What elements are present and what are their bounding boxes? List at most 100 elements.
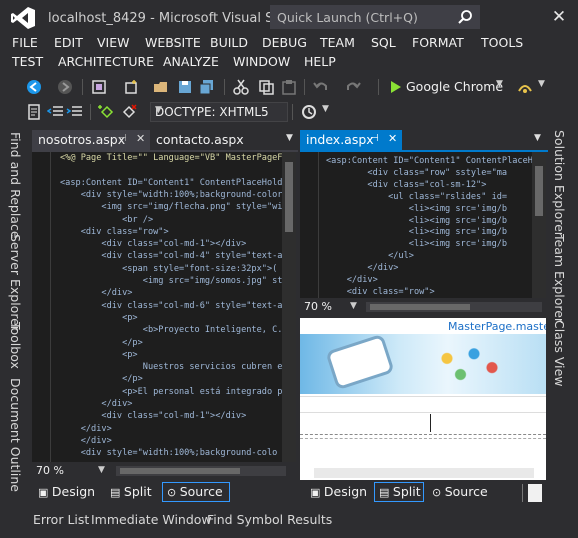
h-scrollbar-thumb[interactable]	[370, 304, 470, 310]
cut-icon[interactable]	[232, 78, 250, 96]
menu-format[interactable]: FORMAT	[412, 35, 464, 50]
new-item-icon[interactable]	[122, 78, 140, 96]
code-line: </p>	[60, 337, 143, 348]
tab-nosotros[interactable]: nosotros.aspx ⊣ ✕	[32, 130, 150, 150]
menu-view[interactable]: VIEW	[97, 35, 130, 50]
panel-team-explorer[interactable]: Team Explorer	[552, 234, 567, 323]
doctype-select[interactable]: DOCTYPE: XHTML5 ▼	[150, 102, 288, 122]
add-tag-icon[interactable]	[98, 103, 116, 121]
left-zoom-level[interactable]: 70 %	[36, 464, 64, 480]
run-target-label[interactable]: Google Chrome	[406, 79, 503, 94]
close-tab-icon[interactable]: ✕	[388, 132, 397, 145]
preview-dashed-border	[300, 434, 546, 435]
panel-toolbox[interactable]: Toolbox	[8, 322, 23, 369]
navigate-forward-icon[interactable]	[56, 78, 74, 96]
text-caret	[430, 414, 431, 432]
panel-document-outline[interactable]: Document Outline	[8, 378, 23, 492]
paste-icon[interactable]	[280, 78, 298, 96]
left-code-editor[interactable]: <%@ Page Title="" Language="VB" MasterPa…	[32, 152, 296, 462]
split-icon: ▤	[379, 486, 393, 499]
menu-analyze[interactable]: ANALYZE	[163, 54, 219, 69]
h-scrollbar-thumb[interactable]	[120, 468, 240, 474]
panel-server-explorer[interactable]: Server Explorer	[8, 234, 23, 331]
pin-icon[interactable]: ⊣	[118, 133, 127, 144]
run-target-dropdown-icon[interactable]: ▼	[496, 79, 503, 89]
close-tab-icon[interactable]: ✕	[136, 132, 145, 145]
right-vertical-scrollbar[interactable]	[532, 152, 546, 298]
panel-class-view[interactable]: Class View	[552, 320, 567, 387]
tab-index[interactable]: index.aspx ⊣ ✕	[300, 130, 402, 150]
toolbar-separator	[82, 79, 83, 95]
menu-team[interactable]: TEAM	[320, 35, 355, 50]
menu-sql[interactable]: SQL	[371, 35, 396, 50]
master-page-label: MasterPage.master	[448, 320, 546, 333]
tab-immediate-window[interactable]: Immediate Window	[91, 512, 212, 527]
view-split-button[interactable]: ▤ Split	[110, 484, 152, 504]
zoom-dropdown-icon[interactable]: ▼	[98, 465, 105, 475]
menu-help[interactable]: HELP	[304, 54, 336, 69]
view-source-button[interactable]: ⊙ Source	[162, 482, 230, 502]
preview-horizontal-scrollbar[interactable]	[314, 468, 534, 478]
right-horizontal-scrollbar[interactable]	[366, 302, 542, 312]
menu-window[interactable]: WINDOW	[233, 54, 290, 69]
code-line: </div>	[60, 423, 112, 434]
redo-icon[interactable]	[344, 78, 362, 96]
menu-test[interactable]: TEST	[12, 54, 43, 69]
menu-debug[interactable]: DEBUG	[262, 35, 307, 50]
right-code-editor[interactable]: <asp:Content ID="Content1" ContentPlaceH…	[300, 152, 546, 298]
code-line: </div>	[60, 399, 133, 409]
remove-tag-icon[interactable]	[120, 103, 138, 121]
navigate-back-icon[interactable]	[25, 78, 43, 96]
code-line: <span style="font-size:32px">(	[60, 263, 278, 274]
save-icon[interactable]	[176, 78, 194, 96]
zoom-dropdown-icon[interactable]: ▼	[350, 301, 357, 311]
menu-build[interactable]: BUILD	[210, 35, 248, 50]
view-design-button[interactable]: ▣ Design	[310, 484, 367, 504]
tab-list-dropdown-icon[interactable]: ▼	[534, 133, 541, 143]
split-icon: ▤	[110, 486, 124, 499]
start-debugging-icon[interactable]	[386, 78, 404, 96]
save-all-icon[interactable]	[198, 78, 216, 96]
menu-tools[interactable]: TOOLS	[481, 35, 523, 50]
menu-bar-row1: FILE EDIT VIEW WEBSITE BUILD DEBUG TEAM …	[0, 33, 578, 53]
menu-file[interactable]: FILE	[12, 35, 38, 50]
scrollbar-thumb[interactable]	[285, 162, 293, 232]
menu-website[interactable]: WEBSITE	[145, 35, 201, 50]
left-horizontal-scrollbar[interactable]	[116, 466, 286, 476]
view-source-button[interactable]: ⊙ Source	[432, 484, 488, 504]
decrease-indent-icon[interactable]	[47, 103, 65, 121]
check-page-icon[interactable]	[300, 103, 318, 121]
browser-link-icon[interactable]	[516, 78, 534, 96]
right-zoom-level[interactable]: 70 %	[304, 300, 332, 316]
copy-icon[interactable]	[257, 78, 275, 96]
design-preview[interactable]: MasterPage.master ›	[300, 318, 546, 480]
tab-contacto[interactable]: contacto.aspx	[150, 130, 270, 150]
code-line: <br />	[60, 214, 154, 225]
view-design-button[interactable]: ▣ Design	[38, 484, 95, 504]
open-file-icon[interactable]	[152, 78, 170, 96]
code-line: <b>Proyecto Inteligente, C.	[60, 325, 283, 336]
undo-icon[interactable]	[312, 78, 330, 96]
pin-icon[interactable]: ⊣	[370, 133, 379, 144]
left-vertical-scrollbar[interactable]	[282, 152, 296, 462]
increase-indent-icon[interactable]	[66, 103, 84, 121]
html-source-toolbar: DOCTYPE: XHTML5 ▼ ▼	[0, 100, 578, 124]
format-document-icon[interactable]	[25, 103, 43, 121]
menu-edit[interactable]: EDIT	[54, 35, 83, 50]
close-window-button[interactable]: ✕	[548, 6, 570, 28]
code-line: <div class="col-sm-12">	[326, 179, 487, 190]
overflow-dropdown-icon[interactable]: ▼	[538, 79, 545, 89]
menu-architecture[interactable]: ARCHITECTURE	[58, 54, 154, 69]
scrollbar-thumb[interactable]	[535, 166, 543, 216]
panel-solution-explorer[interactable]: Solution Explorer	[552, 130, 567, 237]
view-switcher-scroll[interactable]	[528, 484, 542, 502]
tab-error-list[interactable]: Error List	[33, 512, 89, 527]
toolbar-options-icon[interactable]: ▼	[322, 104, 329, 114]
panel-find-and-replace[interactable]: Find and Replace	[8, 132, 23, 239]
solution-configuration-icon[interactable]	[90, 78, 108, 96]
view-split-button[interactable]: ▤ Split	[374, 482, 424, 502]
tab-find-symbol-results[interactable]: Find Symbol Results	[207, 512, 332, 527]
code-line: <p>	[60, 349, 138, 360]
quick-launch-search[interactable]: Quick Launch (Ctrl+Q)	[270, 5, 480, 29]
tab-list-dropdown-icon[interactable]: ▼	[286, 133, 293, 143]
